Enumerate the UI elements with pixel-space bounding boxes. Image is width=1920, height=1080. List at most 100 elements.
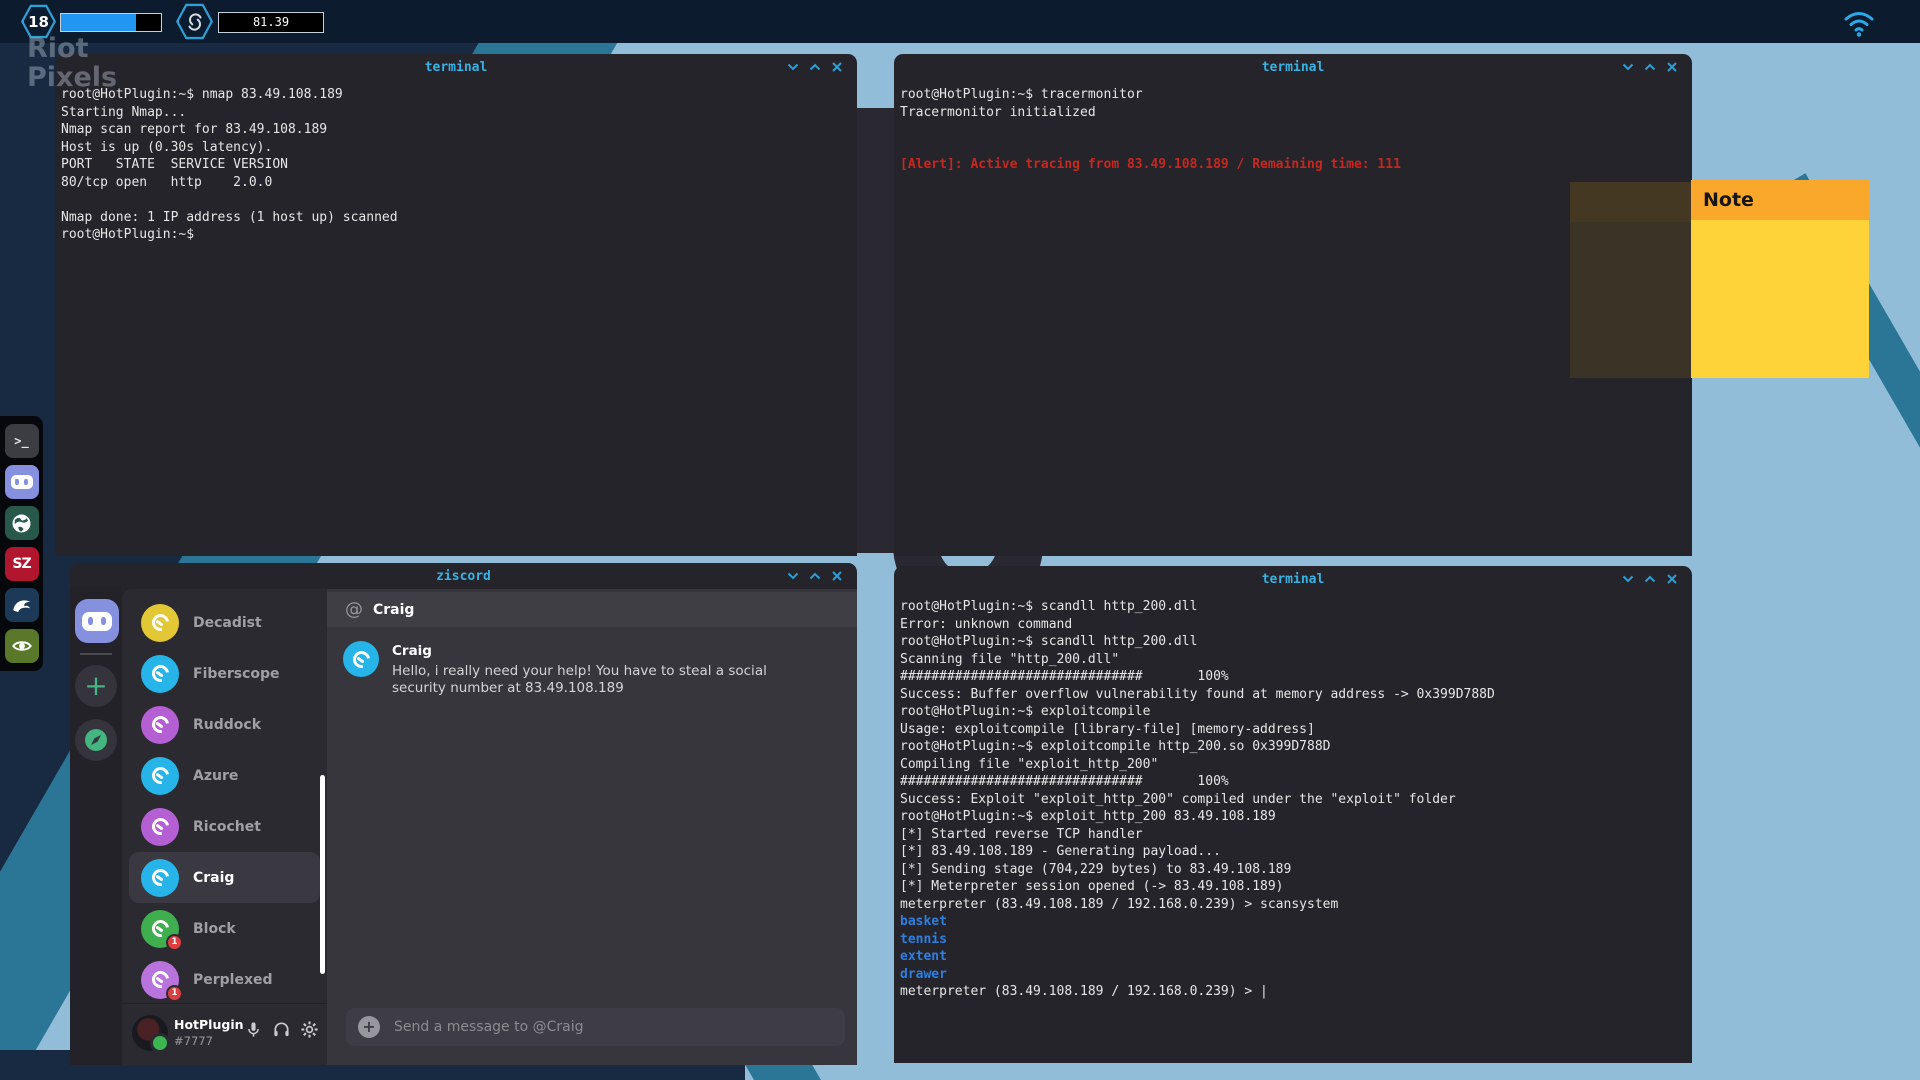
ziscord-window: ziscord +: [70, 563, 857, 1065]
window-titlebar[interactable]: ziscord: [70, 563, 857, 589]
maximize-icon[interactable]: [807, 568, 823, 584]
server-avatar: [141, 655, 179, 693]
game-logo-icon: [176, 3, 213, 40]
close-icon[interactable]: [1664, 571, 1680, 587]
sz-app-icon[interactable]: SZ: [5, 547, 39, 581]
terminal-line: Usage: exploitcompile [library-file] [me…: [900, 721, 1686, 739]
terminal-output[interactable]: root@HotPlugin:~$ tracermonitorTracermon…: [894, 80, 1692, 174]
ziscord-rail: +: [70, 587, 122, 1065]
server-list-panel: Decadist Fiberscope Ruddock: [122, 589, 327, 1003]
terminal-line: ############################### 100%: [900, 668, 1686, 686]
user-avatar: [132, 1015, 168, 1051]
desktop: 18 81.39 Riot Pixels: [0, 0, 1920, 1080]
terminal-line: 80/tcp open http 2.0.0: [61, 174, 851, 192]
server-list-item[interactable]: 1 Block: [129, 903, 320, 954]
note-body[interactable]: [1691, 220, 1869, 378]
gear-icon[interactable]: [300, 1020, 319, 1039]
server-list-item[interactable]: Ricochet: [129, 801, 320, 852]
ziscord-logo-icon: [148, 866, 172, 890]
ziscord-robot-face-icon: [11, 475, 33, 489]
maximize-icon[interactable]: [1642, 571, 1658, 587]
ziscord-app-icon[interactable]: [5, 465, 39, 499]
terminal-output[interactable]: root@HotPlugin:~$ scandll http_200.dllEr…: [894, 592, 1692, 1001]
terminal-line: root@HotPlugin:~$ exploitcompile: [900, 703, 1686, 721]
minimize-icon[interactable]: [785, 568, 801, 584]
app-dock: >_ SZ: [0, 416, 43, 671]
window-title: terminal: [55, 60, 857, 75]
close-icon[interactable]: [829, 568, 845, 584]
ziscord-logo-icon: [148, 713, 172, 737]
attach-plus-icon[interactable]: +: [358, 1016, 380, 1038]
headphones-icon[interactable]: [272, 1020, 291, 1039]
server-name: Azure: [193, 768, 238, 784]
server-list-item[interactable]: 1 Perplexed: [129, 954, 320, 1005]
server-list-scrollbar[interactable]: [320, 775, 325, 974]
note-titlebar[interactable]: Note: [1691, 180, 1869, 220]
username: HotPlugin: [174, 1017, 244, 1032]
terminal-line: root@HotPlugin:~$ scandll http_200.dll: [900, 598, 1686, 616]
window-titlebar[interactable]: terminal: [894, 54, 1692, 80]
minimize-icon[interactable]: [1620, 571, 1636, 587]
ziscord-robot-face-icon: [82, 612, 112, 631]
terminal-line: [900, 121, 1686, 139]
note-title: Note: [1703, 189, 1754, 211]
terminal-line: drawer: [900, 966, 1686, 984]
terminal-line: root@HotPlugin:~$ scandll http_200.dll: [900, 633, 1686, 651]
terminal-line: [61, 191, 851, 209]
eye-app-icon[interactable]: [5, 629, 39, 663]
ziscord-logo-icon: [148, 611, 172, 635]
terminal-window-exploit: terminal root@HotPlugin:~$ scandll http_…: [894, 566, 1692, 1063]
rail-divider: [80, 653, 112, 655]
explore-servers-button[interactable]: [75, 719, 117, 761]
maximize-icon[interactable]: [807, 59, 823, 75]
balance-display: 81.39: [218, 12, 324, 33]
server-avatar: 1: [141, 910, 179, 948]
window-titlebar[interactable]: terminal: [894, 566, 1692, 592]
terminal-line: Scanning file "http_200.dll": [900, 651, 1686, 669]
server-avatar: [141, 604, 179, 642]
terminal-app-icon[interactable]: >_: [5, 424, 39, 458]
server-avatar: [141, 706, 179, 744]
terminal-line: [900, 139, 1686, 157]
terminal-line: Success: Exploit "exploit_http_200" comp…: [900, 791, 1686, 809]
xp-progress-fill: [61, 14, 136, 31]
terminal-line: tennis: [900, 931, 1686, 949]
browser-globe-icon[interactable]: [5, 506, 39, 540]
terminal-output[interactable]: root@HotPlugin:~$ nmap 83.49.108.189Star…: [55, 80, 857, 244]
message-input-bar: +: [346, 1008, 845, 1046]
ziscord-logo-icon: [148, 764, 172, 788]
wifi-icon[interactable]: [1836, 4, 1882, 38]
ziscord-logo-icon: [148, 815, 172, 839]
terminal-line: Compiling file "exploit_http_200": [900, 756, 1686, 774]
minimize-icon[interactable]: [785, 59, 801, 75]
server-list-item[interactable]: Fiberscope: [129, 648, 320, 699]
chat-area: @ Craig Craig Hello, i really need your …: [327, 589, 857, 1065]
close-icon[interactable]: [829, 59, 845, 75]
ziscord-home-button[interactable]: [75, 599, 119, 643]
chat-header-name: Craig: [373, 602, 414, 618]
top-hud-bar: 18 81.39: [0, 0, 1920, 43]
server-list-item[interactable]: Ruddock: [129, 699, 320, 750]
compass-icon: [83, 727, 109, 753]
add-server-button[interactable]: +: [75, 665, 117, 707]
close-icon[interactable]: [1664, 59, 1680, 75]
terminal-line: [Alert]: Active tracing from 83.49.108.1…: [900, 156, 1686, 174]
message-list: Craig Hello, i really need your help! Yo…: [343, 641, 847, 697]
microphone-icon[interactable]: [244, 1020, 263, 1039]
terminal-line: Host is up (0.30s latency).: [61, 139, 851, 157]
window-title: terminal: [894, 572, 1692, 587]
server-list-item[interactable]: Azure: [129, 750, 320, 801]
server-name: Ruddock: [193, 717, 261, 733]
terminal-line: [*] Sending stage (704,229 bytes) to 83.…: [900, 861, 1686, 879]
window-title: terminal: [894, 60, 1692, 75]
message-content: Craig Hello, i really need your help! Yo…: [392, 641, 792, 697]
level-badge: 18: [21, 4, 56, 39]
wave-app-icon[interactable]: [5, 588, 39, 622]
xp-progress-bar: [60, 13, 162, 32]
maximize-icon[interactable]: [1642, 59, 1658, 75]
server-list-item[interactable]: Craig: [129, 852, 320, 903]
minimize-icon[interactable]: [1620, 59, 1636, 75]
window-titlebar[interactable]: terminal: [55, 54, 857, 80]
message-input[interactable]: [392, 1018, 833, 1036]
server-list-item[interactable]: Decadist: [129, 597, 320, 648]
